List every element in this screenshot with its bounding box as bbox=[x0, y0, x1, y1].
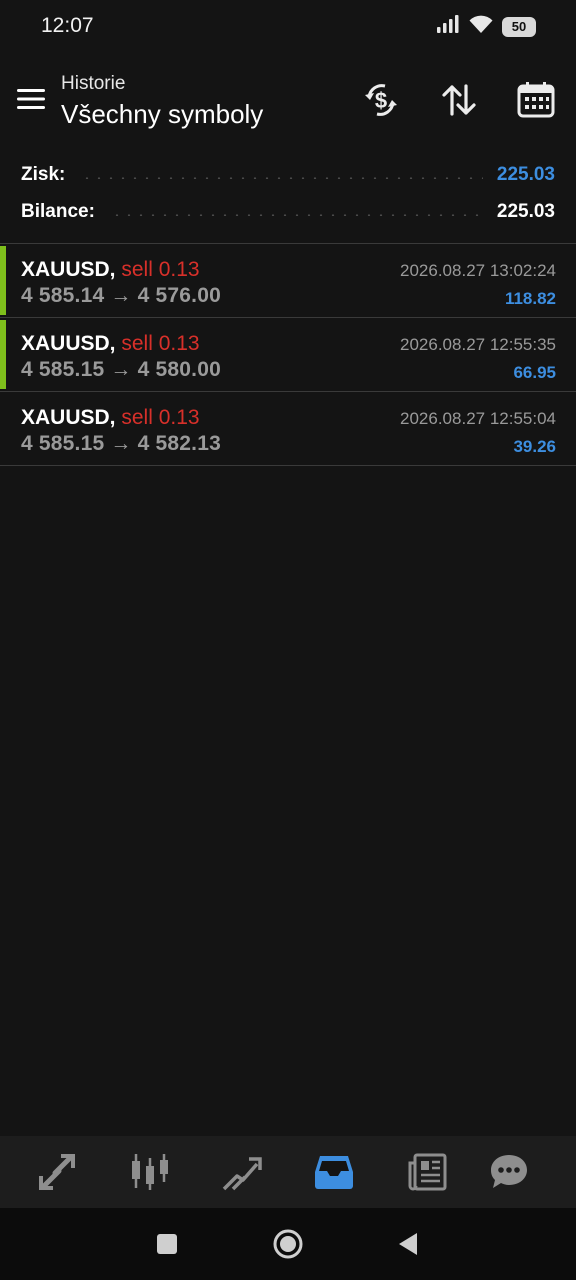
home-icon[interactable] bbox=[268, 1224, 308, 1264]
trade-side: sell 0.13 bbox=[121, 332, 200, 355]
svg-text:$: $ bbox=[375, 88, 387, 113]
profit-row: Zisk: 225.03 bbox=[21, 160, 555, 190]
signal-icon bbox=[436, 14, 460, 39]
balance-value: 225.03 bbox=[496, 201, 555, 222]
trade-prices: 4 585.14 → 4 576.00 bbox=[21, 284, 221, 307]
back-icon[interactable] bbox=[388, 1224, 428, 1264]
battery-indicator: 50 bbox=[502, 16, 536, 37]
status-time: 12:07 bbox=[41, 14, 94, 37]
wifi-icon bbox=[468, 14, 494, 39]
trade-profit: 39.26 bbox=[513, 437, 556, 456]
page-title[interactable]: Všechny symboly bbox=[61, 99, 263, 130]
row-marker bbox=[0, 246, 6, 315]
calendar-icon[interactable] bbox=[514, 78, 558, 122]
trade-date: 2026.08.27 13:02:24 bbox=[400, 261, 556, 280]
menu-icon[interactable] bbox=[12, 82, 50, 116]
balance-label: Bilance: bbox=[21, 201, 95, 222]
system-navigation-bar bbox=[0, 1208, 576, 1280]
profit-label: Zisk: bbox=[21, 164, 66, 185]
trade-symbol: XAUUSD, sell 0.13 bbox=[21, 258, 200, 281]
page-subtitle: Historie bbox=[61, 73, 126, 94]
profit-value: 225.03 bbox=[496, 164, 555, 185]
trade-history-list: XAUUSD, sell 0.13 4 585.14 → 4 576.00 20… bbox=[0, 243, 576, 466]
dotted-leader bbox=[81, 177, 483, 179]
history-icon[interactable] bbox=[311, 1150, 357, 1194]
sort-icon[interactable] bbox=[437, 78, 481, 122]
trade-side: sell 0.13 bbox=[121, 406, 200, 429]
app-header: Historie Všechny symboly $ bbox=[0, 52, 576, 150]
recents-icon[interactable] bbox=[147, 1224, 187, 1264]
status-icons: 50 bbox=[436, 14, 536, 39]
bottom-tab-bar bbox=[0, 1136, 576, 1208]
trade-side: sell 0.13 bbox=[121, 258, 200, 281]
trade-profit: 66.95 bbox=[513, 363, 556, 382]
trade-date: 2026.08.27 12:55:04 bbox=[400, 409, 556, 428]
quotes-icon[interactable] bbox=[34, 1150, 80, 1194]
trade-symbol: XAUUSD, sell 0.13 bbox=[21, 406, 200, 429]
balance-row: Bilance: 225.03 bbox=[21, 197, 555, 227]
currency-exchange-icon[interactable]: $ bbox=[359, 78, 403, 122]
news-icon[interactable] bbox=[404, 1150, 450, 1194]
trade-row[interactable]: XAUUSD, sell 0.13 4 585.15 → 4 580.00 20… bbox=[0, 318, 576, 392]
trade-icon[interactable] bbox=[219, 1150, 265, 1194]
screen: 12:07 50 Historie Všechny symboly $ Zisk… bbox=[0, 0, 576, 1280]
status-bar: 12:07 50 bbox=[0, 0, 576, 52]
dotted-leader bbox=[110, 214, 483, 216]
trade-prices: 4 585.15 → 4 580.00 bbox=[21, 358, 221, 381]
trade-row[interactable]: XAUUSD, sell 0.13 4 585.15 → 4 582.13 20… bbox=[0, 392, 576, 466]
trade-profit: 118.82 bbox=[504, 289, 556, 308]
trade-date: 2026.08.27 12:55:35 bbox=[400, 335, 556, 354]
trade-symbol: XAUUSD, sell 0.13 bbox=[21, 332, 200, 355]
trade-prices: 4 585.15 → 4 582.13 bbox=[21, 432, 221, 455]
messages-icon[interactable] bbox=[486, 1150, 532, 1194]
row-marker bbox=[0, 320, 6, 389]
chart-icon[interactable] bbox=[127, 1150, 173, 1194]
trade-row[interactable]: XAUUSD, sell 0.13 4 585.14 → 4 576.00 20… bbox=[0, 244, 576, 318]
summary-panel: Zisk: 225.03 Bilance: 225.03 bbox=[0, 150, 576, 244]
